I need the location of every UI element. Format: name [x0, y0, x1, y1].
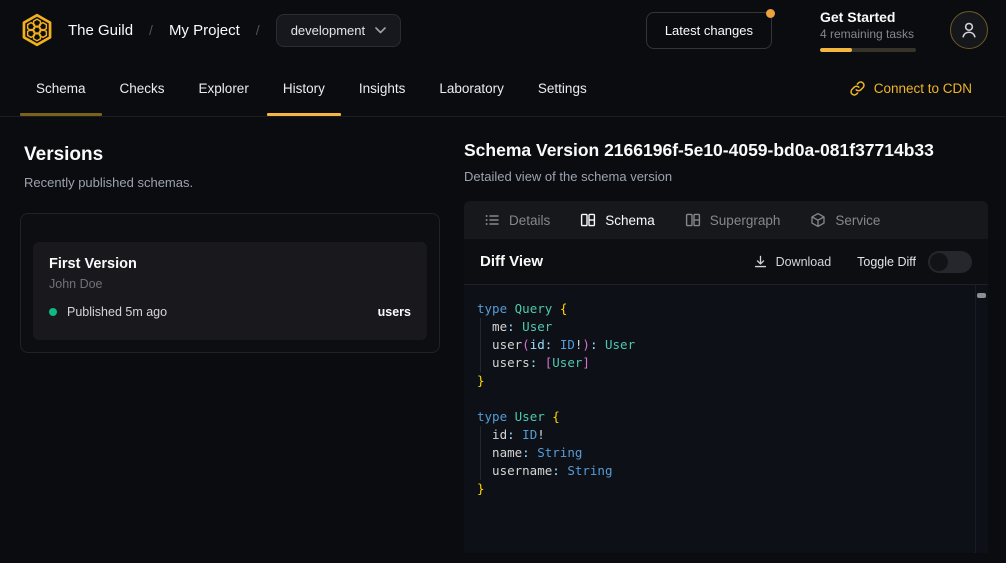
primary-navbar: Schema Checks Explorer History Insights Labor… — [0, 60, 1006, 117]
versions-list: First Version John Doe Published 5m ago use… — [33, 242, 427, 340]
code-line: me: User — [477, 318, 974, 336]
code-line: user(id: ID!): User — [477, 336, 974, 354]
code-scrollbar-track — [975, 285, 988, 553]
indent-guide — [480, 318, 481, 372]
version-status-row: Published 5m ago users — [49, 305, 411, 319]
versions-subtitle: Recently published schemas. — [24, 175, 193, 190]
get-started-title: Get Started — [820, 9, 916, 25]
person-icon — [960, 21, 978, 39]
diff-view-toolbar: Diff View Download Toggle Diff — [464, 239, 988, 285]
schema-panel-tab-service[interactable]: Service — [810, 212, 880, 228]
progress-fill — [820, 48, 852, 52]
schema-panel-tab-label: Schema — [605, 213, 655, 228]
diff-view-actions: Download Toggle Diff — [753, 251, 972, 273]
nav-tab-checks[interactable]: Checks — [120, 60, 165, 116]
published-status-dot — [49, 308, 57, 316]
connect-to-cdn-label: Connect to CDN — [874, 81, 972, 96]
version-author: John Doe — [49, 277, 411, 291]
schema-panel-tab-label: Details — [509, 213, 550, 228]
latest-changes-button[interactable]: Latest changes — [646, 12, 772, 49]
version-list-item[interactable]: First Version John Doe Published 5m ago use… — [33, 242, 427, 340]
target-selector[interactable]: development — [276, 14, 401, 47]
toggle-diff-label: Toggle Diff — [857, 255, 916, 269]
get-started-subtitle: 4 remaining tasks — [820, 27, 916, 41]
toggle-diff-switch[interactable] — [928, 251, 972, 273]
get-started-widget[interactable]: Get Started 4 remaining tasks — [820, 9, 916, 52]
schema-version-panel: Schema Version 2166196f-5e10-4059-bd0a-0… — [464, 140, 988, 553]
versions-list-card: First Version John Doe Published 5m ago use… — [20, 213, 440, 353]
code-line — [477, 390, 974, 408]
download-button[interactable]: Download — [753, 254, 832, 269]
connect-to-cdn-button[interactable]: Connect to CDN — [849, 60, 972, 116]
nav-tab-settings[interactable]: Settings — [538, 60, 587, 116]
main-content: Versions Recently published schemas. Fir… — [0, 118, 1006, 563]
nav-tab-explorer[interactable]: Explorer — [199, 60, 249, 116]
versions-title: Versions — [24, 144, 193, 166]
schema-panel-tab-label: Service — [835, 213, 880, 228]
breadcrumb-separator: / — [149, 22, 153, 38]
columns-icon — [685, 212, 701, 228]
breadcrumb-project[interactable]: My Project — [169, 22, 240, 39]
header: The Guild / My Project / development Lat… — [0, 0, 1006, 60]
nav-tab-laboratory[interactable]: Laboratory — [439, 60, 504, 116]
breadcrumb-org[interactable]: The Guild — [68, 22, 133, 39]
indent-guide — [480, 426, 481, 480]
latest-changes-label: Latest changes — [665, 23, 753, 38]
schema-version-tabs: Details Schema Supergraph Service — [464, 201, 988, 239]
code-line: name: String — [477, 444, 974, 462]
schema-panel-tab-supergraph[interactable]: Supergraph — [685, 212, 781, 228]
service-badge: users — [378, 305, 411, 319]
code-line: type Query { — [477, 300, 974, 318]
hive-logo-icon — [19, 12, 55, 48]
notification-dot — [766, 9, 775, 18]
columns-icon — [580, 212, 596, 228]
schema-panel-tab-label: Supergraph — [710, 213, 781, 228]
version-status: Published 5m ago — [67, 305, 167, 319]
schema-panel-tab-schema[interactable]: Schema — [580, 212, 655, 228]
nav-tab-schema[interactable]: Schema — [36, 60, 86, 116]
code-lines: type Query { me: User user(id: ID!): Use… — [477, 300, 974, 498]
versions-header: Versions Recently published schemas. — [24, 144, 193, 190]
primary-nav-tabs: Schema Checks Explorer History Insights Labor… — [0, 60, 587, 116]
diff-view-title: Diff View — [480, 253, 543, 270]
code-line: } — [477, 480, 974, 498]
nav-tab-insights[interactable]: Insights — [359, 60, 406, 116]
code-line: username: String — [477, 462, 974, 480]
breadcrumb: The Guild / My Project / — [68, 22, 260, 39]
schema-version-subtitle: Detailed view of the schema version — [464, 169, 988, 184]
code-line: type User { — [477, 408, 974, 426]
code-line: users: [User] — [477, 354, 974, 372]
download-icon — [753, 254, 768, 269]
target-selector-value: development — [291, 23, 365, 38]
download-label: Download — [776, 255, 832, 269]
user-avatar-button[interactable] — [950, 11, 988, 49]
schema-version-title: Schema Version 2166196f-5e10-4059-bd0a-0… — [464, 140, 988, 161]
breadcrumb-separator: / — [256, 22, 260, 38]
link-icon — [849, 80, 866, 97]
code-line: id: ID! — [477, 426, 974, 444]
code-line: } — [477, 372, 974, 390]
code-scrollbar-thumb[interactable] — [977, 293, 986, 298]
toggle-diff-control: Toggle Diff — [857, 251, 972, 273]
schema-panel-tab-details[interactable]: Details — [484, 212, 550, 228]
chevron-down-icon — [375, 27, 386, 34]
guild-hive-logo[interactable] — [18, 11, 56, 49]
schema-code-viewer: type Query { me: User user(id: ID!): Use… — [464, 285, 988, 553]
cube-icon — [810, 212, 826, 228]
get-started-progress-track — [820, 48, 916, 52]
toggle-knob — [930, 253, 948, 271]
version-title: First Version — [49, 256, 411, 272]
list-icon — [484, 212, 500, 228]
nav-tab-history[interactable]: History — [283, 60, 325, 116]
